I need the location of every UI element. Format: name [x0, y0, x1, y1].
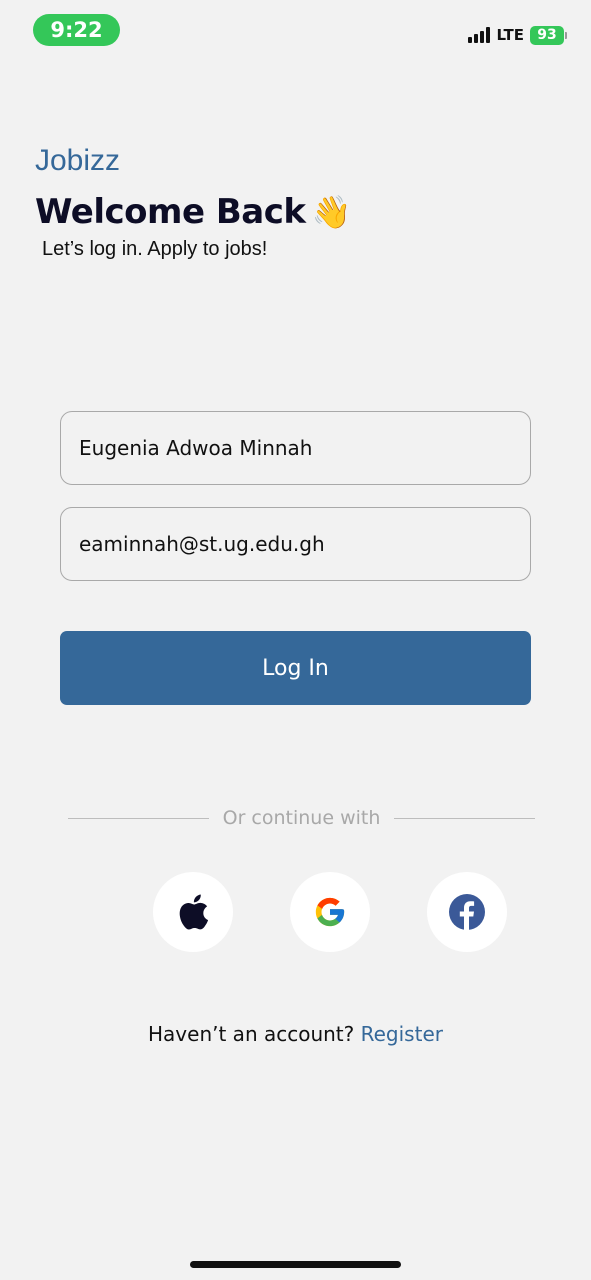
status-indicators: LTE 93	[468, 24, 567, 46]
brand-logo-text: Jobizz	[35, 144, 121, 177]
signal-icon	[468, 27, 491, 43]
email-input[interactable]	[60, 507, 531, 581]
wave-icon: 👋	[311, 193, 351, 231]
divider-line-right	[394, 817, 535, 819]
status-time: 9:22	[33, 14, 120, 46]
page-title-text: Welcome Back	[35, 192, 306, 232]
page-subtitle: Let’s log in. Apply to jobs!	[42, 238, 268, 260]
google-login-button[interactable]	[290, 872, 370, 952]
divider-line-left	[68, 817, 209, 819]
battery-icon: 93	[530, 25, 567, 45]
page-title: Welcome Back 👋	[35, 192, 351, 232]
register-row: Haven’t an account? Register	[0, 1022, 591, 1046]
register-link[interactable]: Register	[361, 1022, 443, 1046]
login-button[interactable]: Log In	[60, 631, 531, 705]
name-input[interactable]	[60, 411, 531, 485]
home-indicator[interactable]	[190, 1261, 401, 1268]
apple-login-button[interactable]	[153, 872, 233, 952]
facebook-icon	[449, 894, 485, 930]
battery-level: 93	[530, 25, 564, 45]
apple-icon	[179, 894, 209, 930]
network-type: LTE	[496, 26, 524, 44]
facebook-login-button[interactable]	[427, 872, 507, 952]
social-divider: Or continue with	[68, 806, 535, 830]
divider-text: Or continue with	[222, 807, 381, 829]
register-prompt: Haven’t an account?	[148, 1022, 355, 1046]
google-icon	[315, 897, 345, 927]
